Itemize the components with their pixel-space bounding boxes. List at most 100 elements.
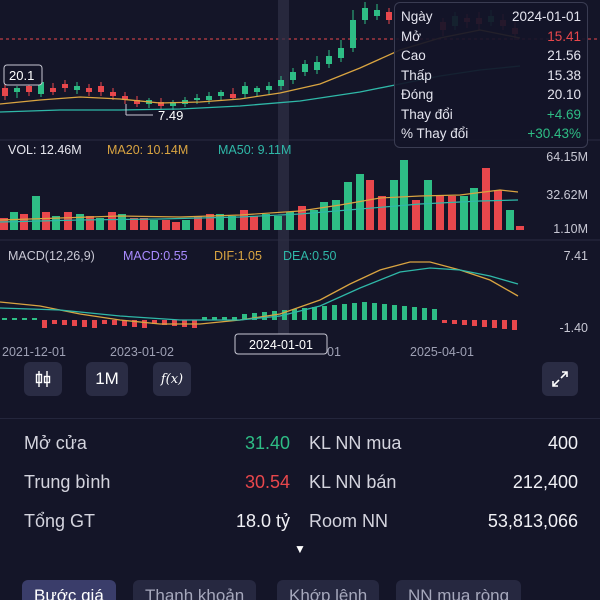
- candle-body: [2, 88, 8, 96]
- chart-toolbar: 1M f(x): [0, 362, 600, 400]
- macd-bar: [52, 320, 57, 324]
- macd-bar: [472, 320, 477, 326]
- volume-bar: [172, 222, 180, 230]
- tooltip-value: 15.38: [547, 67, 581, 83]
- macd-bar: [12, 318, 17, 320]
- vol-axis-top: 64.15M: [546, 150, 588, 164]
- tooltip-label: Đóng: [401, 87, 434, 102]
- macd-bar: [92, 320, 97, 328]
- macd-bar: [372, 303, 377, 320]
- candle-body: [218, 92, 224, 96]
- macd-bar: [82, 320, 87, 327]
- macd-bar: [42, 320, 47, 328]
- vol-axis-low: 1.10M: [553, 222, 588, 236]
- volume-bar: [64, 212, 72, 230]
- tooltip-label: Thấp: [401, 67, 432, 83]
- volume-bar: [250, 216, 258, 230]
- candle-body: [230, 94, 236, 98]
- tab-foreign-net-buy[interactable]: NN mua ròng: [396, 580, 522, 600]
- tooltip-row-low: Thấp 15.38: [401, 66, 581, 86]
- vol-ma20-label: MA20: 10.14M: [107, 143, 188, 157]
- volume-bar: [182, 220, 190, 230]
- macd-bar: [22, 318, 27, 320]
- candle-body: [362, 8, 368, 20]
- fx-icon: f(x): [160, 371, 184, 387]
- volume-bar: [482, 168, 490, 230]
- indicator-fx-button[interactable]: f(x): [153, 362, 191, 396]
- volume-bar: [366, 180, 374, 230]
- price-label-left: 20.1: [9, 68, 34, 83]
- macd-bar: [352, 303, 357, 320]
- tab-price-step[interactable]: Bước giá: [22, 580, 116, 600]
- expand-icon: [552, 371, 568, 387]
- candle-body: [326, 56, 332, 64]
- macd-bar: [442, 320, 447, 323]
- average-label: Trung bình: [24, 472, 111, 492]
- macd-bar: [512, 320, 517, 330]
- ohlc-tooltip: Ngày 2024-01-01 Mở 15.41 Cao 21.56 Thấp 15.3…: [394, 2, 588, 148]
- macd-bar: [342, 304, 347, 320]
- macd-bar: [432, 309, 437, 320]
- x-axis-label: 2021-12-01: [2, 345, 66, 359]
- candle-body: [278, 80, 284, 86]
- stats-row-3: Tổng GT 18.0 tỷ Room NN 53,813,066: [0, 503, 600, 539]
- tab-liquidity[interactable]: Thanh khoản: [133, 580, 257, 600]
- period-1m-button[interactable]: 1M: [86, 362, 128, 396]
- tooltip-label: % Thay đổi: [401, 126, 469, 141]
- tooltip-label: Ngày: [401, 9, 433, 24]
- candle-body: [74, 86, 80, 90]
- x-axis-label: 2023-01-02: [110, 345, 174, 359]
- macd-bar: [62, 320, 67, 325]
- open-label: Mở cửa: [24, 433, 87, 453]
- tab-matched-orders[interactable]: Khớp lệnh: [277, 580, 380, 600]
- volume-bar: [320, 202, 328, 230]
- tooltip-value: 2024-01-01: [511, 9, 581, 24]
- tooltip-row-high: Cao 21.56: [401, 46, 581, 66]
- candle-body: [14, 88, 20, 92]
- macd-bar: [322, 306, 327, 320]
- macd-histogram: [2, 302, 517, 330]
- candle-body: [254, 88, 260, 92]
- candle-body: [110, 92, 116, 96]
- volume-bar: [216, 214, 224, 230]
- volume-bar: [150, 220, 158, 230]
- candle-body: [314, 62, 320, 70]
- candle-body: [266, 86, 272, 90]
- macd-axis-top: 7.41: [564, 249, 588, 263]
- macd-bar: [172, 320, 177, 326]
- tooltip-row-change-pct: % Thay đổi +30.43%: [401, 124, 581, 144]
- candlestick-type-button[interactable]: [24, 362, 62, 396]
- stats-row-1: Mở cửa 31.40 KL NN mua 400: [0, 425, 600, 461]
- volume-bar: [470, 188, 478, 230]
- total-value-label: Tổng GT: [24, 511, 96, 531]
- candle-body: [98, 86, 104, 92]
- candle-body: [386, 12, 392, 20]
- volume-bar: [274, 216, 282, 230]
- foreign-buy-label: KL NN mua: [309, 433, 402, 453]
- tooltip-label: Mở: [401, 28, 422, 44]
- candlestick-icon: [35, 371, 51, 387]
- macd-bar: [312, 307, 317, 320]
- candle-body: [26, 86, 32, 92]
- macd-bar: [482, 320, 487, 327]
- stats-row-2: Trung bình 30.54 KL NN bán 212,400: [0, 464, 600, 500]
- vol-label: VOL: 12.46M: [8, 143, 82, 157]
- macd-bar: [452, 320, 457, 324]
- volume-bar: [86, 216, 94, 230]
- fullscreen-button[interactable]: [542, 362, 578, 396]
- volume-bar: [390, 180, 398, 230]
- macd-bar: [72, 320, 77, 326]
- volume-bar: [240, 210, 248, 230]
- macd-bar: [382, 304, 387, 320]
- x-axis-label-partial: 01: [327, 345, 341, 359]
- expand-caret-icon[interactable]: ▼: [294, 542, 306, 556]
- section-divider: [0, 418, 600, 419]
- tooltip-label: Cao: [401, 48, 426, 63]
- macd-bar: [392, 305, 397, 320]
- macd-bar: [502, 320, 507, 329]
- macd-title: MACD(12,26,9): [8, 249, 95, 263]
- volume-bar: [228, 216, 236, 230]
- vol-ma50-label: MA50: 9.11M: [218, 143, 291, 157]
- candle-body: [62, 84, 68, 88]
- volume-bar: [108, 212, 116, 230]
